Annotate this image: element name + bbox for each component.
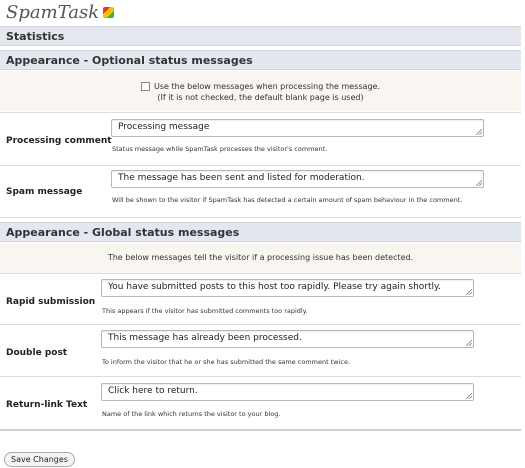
resize-handle-icon[interactable] [476,129,482,135]
spamtask-logo-icon [103,6,115,18]
resize-handle-icon[interactable] [466,340,472,346]
return-link-value: Click here to return. [108,386,198,396]
processing-comment-row: Processing comment Processing message St… [0,112,521,166]
resize-handle-icon[interactable] [466,289,472,295]
spam-message-field[interactable]: The message has been sent and listed for… [111,170,484,188]
double-post-field[interactable]: This message has already been processed. [101,330,474,348]
rapid-submission-row: Rapid submission You have submitted post… [0,273,521,325]
rapid-submission-label: Rapid submission [6,297,96,307]
section-global: Appearance - Global status messages [0,222,521,242]
spam-message-row: Spam message The message has been sent a… [0,166,521,218]
return-link-field[interactable]: Click here to return. [101,383,474,401]
optional-checkbox-panel [0,71,521,111]
checkbox-note: (If it is not checked, the default blank… [157,93,364,102]
processing-comment-value: Processing message [118,122,210,132]
use-messages-checkbox[interactable] [141,82,150,91]
use-messages-checkbox-row: Use the below messages when processing t… [0,82,521,91]
spam-message-help: Will be shown to the visitor if SpamTask… [112,196,463,204]
processing-comment-label: Processing comment [6,136,112,146]
double-post-help: To inform the visitor that he or she has… [102,358,351,366]
section-optional: Appearance - Optional status messages [0,50,521,70]
save-changes-button[interactable]: Save Changes [4,452,75,467]
resize-handle-icon[interactable] [466,393,472,399]
section-statistics: Statistics [0,26,521,46]
return-link-help: Name of the link which returns the visit… [102,410,281,418]
spam-message-value: The message has been sent and listed for… [118,173,365,183]
resize-handle-icon[interactable] [476,180,482,186]
rapid-submission-value: You have submitted posts to this host to… [108,282,441,292]
double-post-label: Double post [6,348,68,358]
return-link-row: Return-link Text Click here to return. N… [0,377,521,431]
double-post-row: Double post This message has already bee… [0,325,521,377]
checkbox-label: Use the below messages when processing t… [154,82,380,91]
section-optional-title: Appearance - Optional status messages [6,53,253,67]
processing-comment-field[interactable]: Processing message [111,119,484,137]
app-title: SpamTask [6,0,115,24]
processing-comment-help: Status message while SpamTask processes … [112,145,328,153]
return-link-label: Return-link Text [6,400,88,410]
global-intro-text: The below messages tell the visitor if a… [107,253,414,262]
rapid-submission-field[interactable]: You have submitted posts to this host to… [101,279,474,297]
app-title-text: SpamTask [6,1,100,23]
rapid-submission-help: This appears if the visitor has submitte… [102,307,308,315]
save-changes-label: Save Changes [11,455,68,464]
double-post-value: This message has already been processed. [108,333,302,343]
section-global-title: Appearance - Global status messages [6,225,240,239]
section-statistics-title: Statistics [6,29,65,43]
spam-message-label: Spam message [6,187,83,197]
